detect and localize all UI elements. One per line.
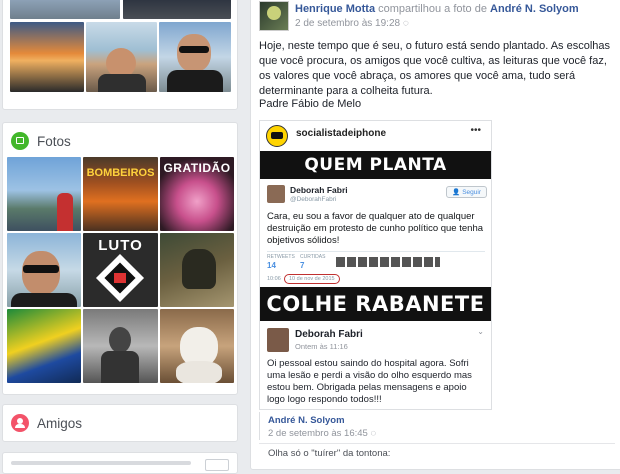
photo-thumb[interactable]	[10, 22, 84, 92]
tweet-follow-button: 👤 Seguir	[446, 186, 487, 198]
tweet-fav-label: CURTIDAS	[300, 254, 326, 260]
photo-thumb[interactable]	[159, 22, 231, 92]
photo-thumb[interactable]	[160, 233, 234, 307]
next-card-preview	[11, 461, 191, 465]
tweet-faves-avatars	[336, 257, 440, 267]
banner-top: QUEM PLANTA RABANETE	[260, 151, 491, 203]
photo-thumb[interactable]	[7, 309, 81, 383]
fbpost-name: Deborah Fabri	[295, 329, 363, 340]
photos-header[interactable]: Fotos	[11, 132, 71, 150]
banner-bottom: COLHE RABANETE	[260, 287, 491, 321]
tile-text-luto: LUTO	[98, 237, 143, 254]
fbpost-avatar	[267, 328, 289, 352]
more-icon: •••	[470, 125, 481, 136]
intro-photos-card	[2, 0, 238, 110]
follow-icon: 👤	[452, 189, 463, 196]
next-card-control[interactable]	[205, 459, 229, 471]
photo-thumb[interactable]: GRATIDÃO	[160, 157, 234, 231]
tweet-name: Deborah Fabri	[290, 185, 348, 195]
post-signature: Padre Fábio de Melo	[259, 98, 362, 110]
post-meta: 2 de setembro às 19:28 ◌	[295, 18, 409, 29]
friends-icon	[11, 414, 29, 432]
photo-thumb[interactable]	[83, 309, 158, 383]
avatar[interactable]	[259, 1, 289, 31]
photo-thumb[interactable]	[123, 0, 231, 19]
author-link[interactable]: Henrique Motta	[295, 3, 375, 15]
tile-text-bombeiros: BOMBEIROS	[86, 167, 155, 179]
chevron-down-icon: ⌄	[477, 327, 484, 336]
tweet-handle: @DeborahFabri	[290, 196, 337, 203]
fbpost-time: Ontem às 11:16	[295, 342, 348, 351]
photos-icon	[11, 132, 29, 150]
tweet-follow-label: Seguir	[462, 189, 481, 196]
action-text: compartilhou a foto de	[378, 3, 487, 15]
photo-thumb[interactable]	[160, 309, 234, 383]
tweet-rt-label: RETWEETS	[267, 254, 295, 260]
shared-timestamp[interactable]: 2 de setembro às 16:45	[268, 428, 368, 439]
shared-image[interactable]: socialistadeiphone ••• QUEM PLANTA RABAN…	[259, 120, 492, 410]
photo-thumb[interactable]	[86, 22, 157, 92]
shared-author-link[interactable]: André N. Solyom	[268, 415, 345, 426]
tile-text-gratidao: GRATIDÃO	[163, 161, 231, 175]
photos-title: Fotos	[37, 133, 71, 149]
globe-icon: ◌	[370, 428, 377, 439]
post-body: Hoje, neste tempo que é seu, o futuro es…	[259, 40, 611, 97]
photo-thumb[interactable]	[7, 233, 81, 307]
ig-avatar	[266, 125, 288, 147]
ig-account: socialistadeiphone	[296, 128, 387, 139]
next-card	[2, 452, 238, 474]
photos-card: Fotos BOMBEIROS GRATIDÃO LUTO	[2, 122, 238, 395]
tweet-fav-count: 7	[300, 261, 305, 270]
photo-thumb[interactable]	[7, 157, 81, 231]
shared-author-link[interactable]: André N. Solyom	[490, 3, 579, 15]
tweet-stats-divider	[267, 251, 485, 252]
photo-thumb[interactable]: BOMBEIROS	[83, 157, 158, 231]
shared-divider-line	[259, 443, 615, 444]
tweet-rt-count: 14	[267, 261, 276, 270]
photo-thumb[interactable]	[10, 0, 120, 19]
globe-icon: ◌	[402, 18, 409, 29]
shared-meta: 2 de setembro às 16:45 ◌	[268, 428, 376, 439]
fbpost-text: Oi pessoal estou saindo do hospital agor…	[267, 358, 472, 405]
friends-title: Amigos	[37, 415, 83, 431]
shared-divider	[259, 412, 260, 440]
friends-header[interactable]: Amigos	[11, 414, 82, 432]
tweet-date: 10 de nov de 2015	[284, 274, 340, 284]
shared-text: Olha só o "tuírer" da tontona:	[268, 448, 391, 459]
tweet-text: Cara, eu sou a favor de qualquer ato de …	[267, 211, 484, 246]
timestamp[interactable]: 2 de setembro às 19:28	[295, 18, 400, 29]
post-header: Henrique Motta compartilhou a foto de An…	[295, 3, 579, 15]
tweet-avatar	[267, 185, 285, 203]
post-card: Henrique Motta compartilhou a foto de An…	[250, 0, 620, 470]
friends-card: Amigos	[2, 404, 238, 442]
tweet-time: 10:06	[267, 276, 281, 282]
photo-thumb[interactable]: LUTO	[83, 233, 158, 307]
